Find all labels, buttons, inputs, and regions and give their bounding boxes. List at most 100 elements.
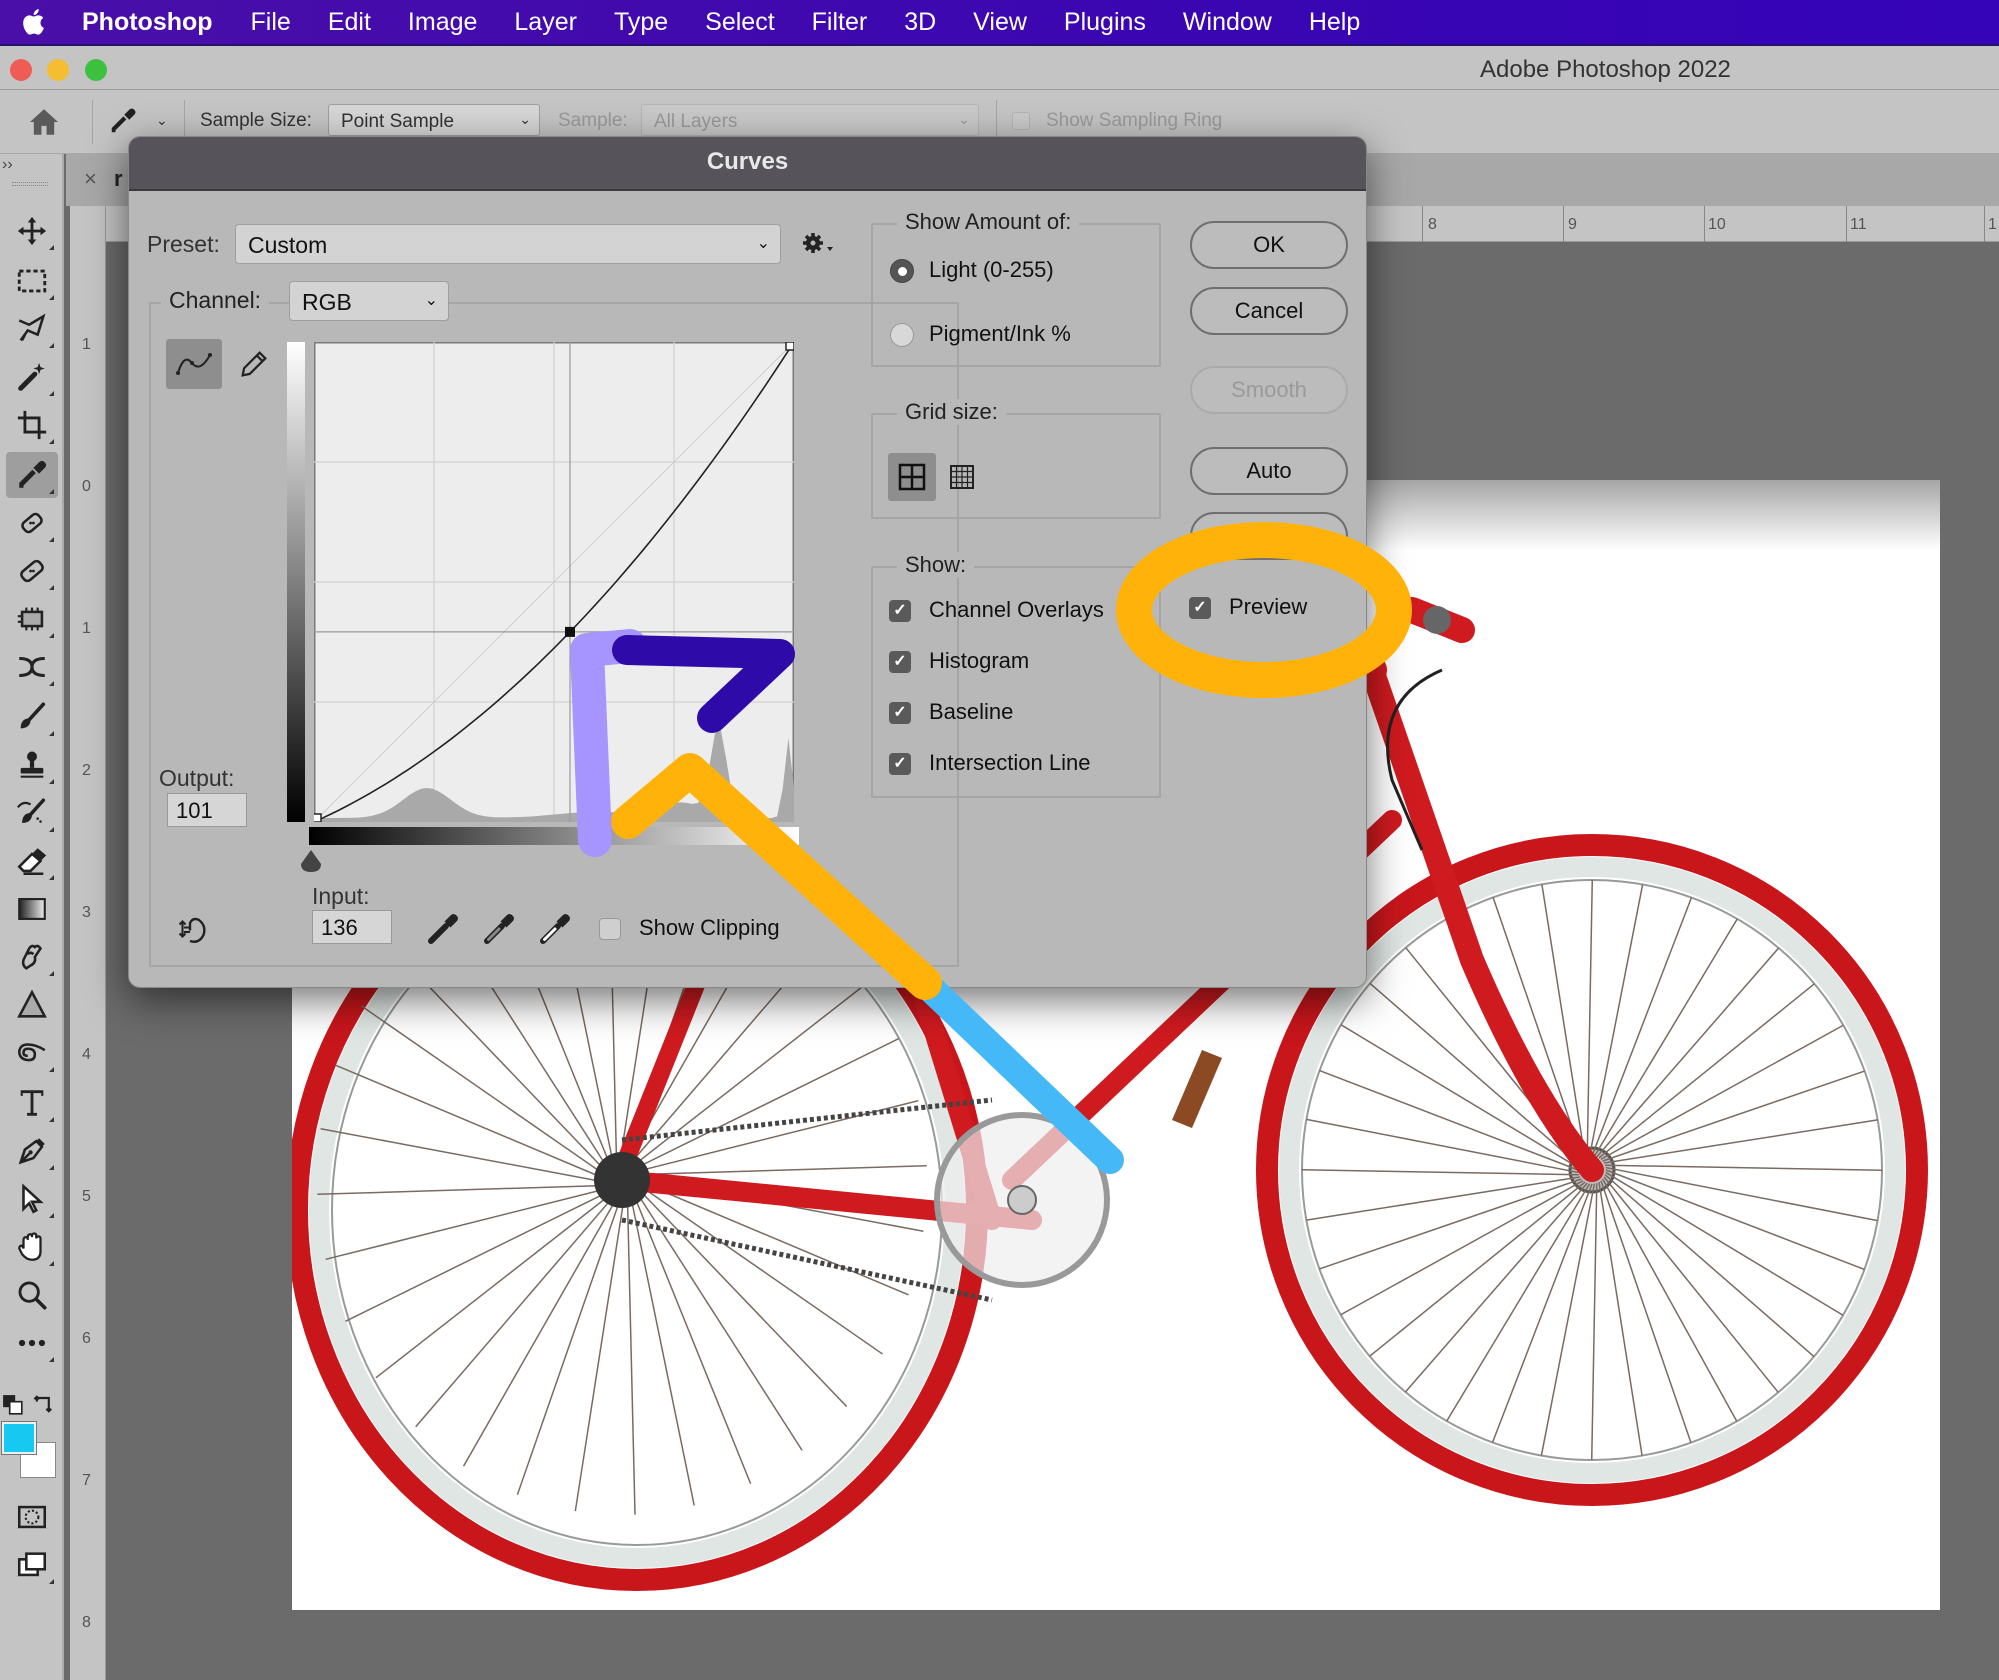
magic-wand-tool[interactable] [6, 354, 58, 400]
path-selection-tool[interactable] [6, 1176, 58, 1222]
menu-3d[interactable]: 3D [904, 8, 936, 37]
preset-dropdown[interactable]: Custom ⌄ [235, 224, 781, 264]
default-colors-icon[interactable] [2, 1394, 24, 1416]
sample-dropdown[interactable]: All Layers ⌄ [641, 104, 979, 136]
pigment-ink-radio[interactable] [890, 323, 914, 347]
close-document-icon[interactable]: × [84, 166, 97, 192]
marquee-tool[interactable] [6, 258, 58, 304]
blur-tool[interactable] [6, 982, 58, 1028]
spot-healing-brush-icon [21, 512, 43, 534]
foreground-color-swatch[interactable] [1, 1421, 37, 1455]
menu-select[interactable]: Select [705, 8, 774, 37]
targeted-adjustment-hand-icon[interactable] [174, 911, 212, 947]
black-point-eyedropper-icon[interactable] [425, 911, 461, 947]
white-point-eyedropper-icon[interactable] [537, 911, 573, 947]
menu-bar: Photoshop File Edit Image Layer Type Sel… [0, 0, 1999, 46]
sample-size-dropdown[interactable]: Point Sample ⌄ [328, 104, 540, 136]
histogram-checkbox[interactable]: ✓ [889, 651, 911, 673]
spoke [1446, 1183, 1591, 1422]
quick-mask-button[interactable] [6, 1494, 58, 1540]
spoke [1600, 1180, 1692, 1443]
gradient-tool[interactable] [6, 886, 58, 932]
output-label: Output: [159, 765, 235, 791]
intersection-line-checkbox[interactable]: ✓ [889, 753, 911, 775]
apple-logo-icon[interactable] [20, 7, 50, 37]
channel-dropdown[interactable]: RGB ⌄ [289, 281, 449, 321]
crank-hub [1007, 1185, 1037, 1215]
zoom-window-button[interactable] [85, 59, 107, 81]
home-icon[interactable] [28, 108, 60, 136]
menu-filter[interactable]: Filter [812, 8, 868, 37]
simple-grid-button[interactable] [888, 453, 936, 501]
zoom-tool[interactable] [6, 1272, 58, 1318]
preset-options-gear-icon[interactable] [801, 231, 835, 257]
menu-app-name[interactable]: Photoshop [82, 8, 213, 37]
swap-colors-icon[interactable] [32, 1392, 56, 1416]
show-sampling-ring-checkbox[interactable] [1012, 112, 1030, 130]
tool-preset-chevron-icon[interactable]: ⌄ [156, 112, 168, 129]
menu-plugins[interactable]: Plugins [1064, 8, 1146, 37]
preview-checkbox[interactable]: ✓ [1189, 597, 1211, 619]
baseline-checkbox[interactable]: ✓ [889, 702, 911, 724]
edit-points-tool[interactable] [166, 339, 222, 389]
menu-layer[interactable]: Layer [514, 8, 577, 37]
menu-file[interactable]: File [251, 8, 291, 37]
options-button[interactable] [1190, 512, 1348, 560]
panel-grip[interactable] [12, 182, 48, 186]
ruler-tick [1984, 206, 1985, 242]
crop-tool[interactable] [6, 402, 58, 448]
magic-wand-icon [18, 362, 45, 391]
screen-mode-button[interactable] [6, 1542, 58, 1588]
spoke [1319, 1178, 1582, 1270]
more-tools-button[interactable] [6, 1320, 58, 1366]
eyedropper-tool-preset-icon[interactable] [108, 104, 138, 138]
cancel-button[interactable]: Cancel [1190, 287, 1348, 335]
preview-label: Preview [1229, 594, 1308, 619]
healing-brush-tool[interactable] [6, 548, 58, 594]
menu-image[interactable]: Image [408, 8, 477, 37]
light-radio[interactable] [890, 259, 914, 283]
ok-button[interactable]: OK [1190, 221, 1348, 269]
collapse-panel-icon[interactable]: ›› [2, 156, 13, 174]
clone-stamp-tool[interactable] [6, 742, 58, 788]
ruler-tick [1563, 206, 1564, 242]
eyedropper-tool[interactable] [6, 452, 58, 498]
black-point-slider[interactable] [299, 848, 323, 874]
history-brush-tool[interactable] [6, 790, 58, 836]
dialog-title[interactable]: Curves [129, 137, 1366, 191]
menu-help[interactable]: Help [1309, 8, 1360, 37]
eraser-tool[interactable] [6, 838, 58, 884]
hand-tool[interactable] [6, 1224, 58, 1270]
smooth-button[interactable]: Smooth [1190, 366, 1348, 414]
dodge-tool[interactable] [6, 1030, 58, 1076]
content-aware-move-tool[interactable] [6, 644, 58, 690]
vertical-ruler[interactable]: 1 0 1 2 3 4 5 6 7 8 [70, 206, 106, 1680]
auto-button[interactable]: Auto [1190, 447, 1348, 495]
move-tool[interactable] [6, 208, 58, 254]
menu-window[interactable]: Window [1183, 8, 1272, 37]
menu-view[interactable]: View [973, 8, 1027, 37]
input-field[interactable]: 136 [312, 910, 392, 944]
close-window-button[interactable] [10, 59, 32, 81]
pen-tool[interactable] [6, 1128, 58, 1174]
lasso-tool[interactable] [6, 306, 58, 352]
menu-edit[interactable]: Edit [328, 8, 371, 37]
output-field[interactable]: 101 [167, 793, 247, 827]
ruler-label: 6 [82, 1330, 91, 1347]
patch-tool[interactable] [6, 596, 58, 642]
channel-overlays-checkbox[interactable]: ✓ [889, 600, 911, 622]
spot-healing-tool[interactable] [6, 500, 58, 546]
menu-type[interactable]: Type [614, 8, 668, 37]
spoke [1600, 1024, 1844, 1160]
arrow-pointer-icon [22, 1183, 44, 1214]
smudge-tool[interactable] [6, 934, 58, 980]
spoke [320, 1127, 609, 1184]
minimize-window-button[interactable] [47, 59, 69, 81]
gray-point-eyedropper-icon[interactable] [481, 911, 517, 947]
type-tool[interactable] [6, 1080, 58, 1126]
draw-curve-pencil-tool[interactable] [226, 339, 282, 389]
brush-tool[interactable] [6, 694, 58, 740]
show-clipping-checkbox[interactable] [599, 918, 621, 940]
curves-graph[interactable] [314, 342, 794, 822]
detailed-grid-button[interactable] [938, 453, 986, 501]
